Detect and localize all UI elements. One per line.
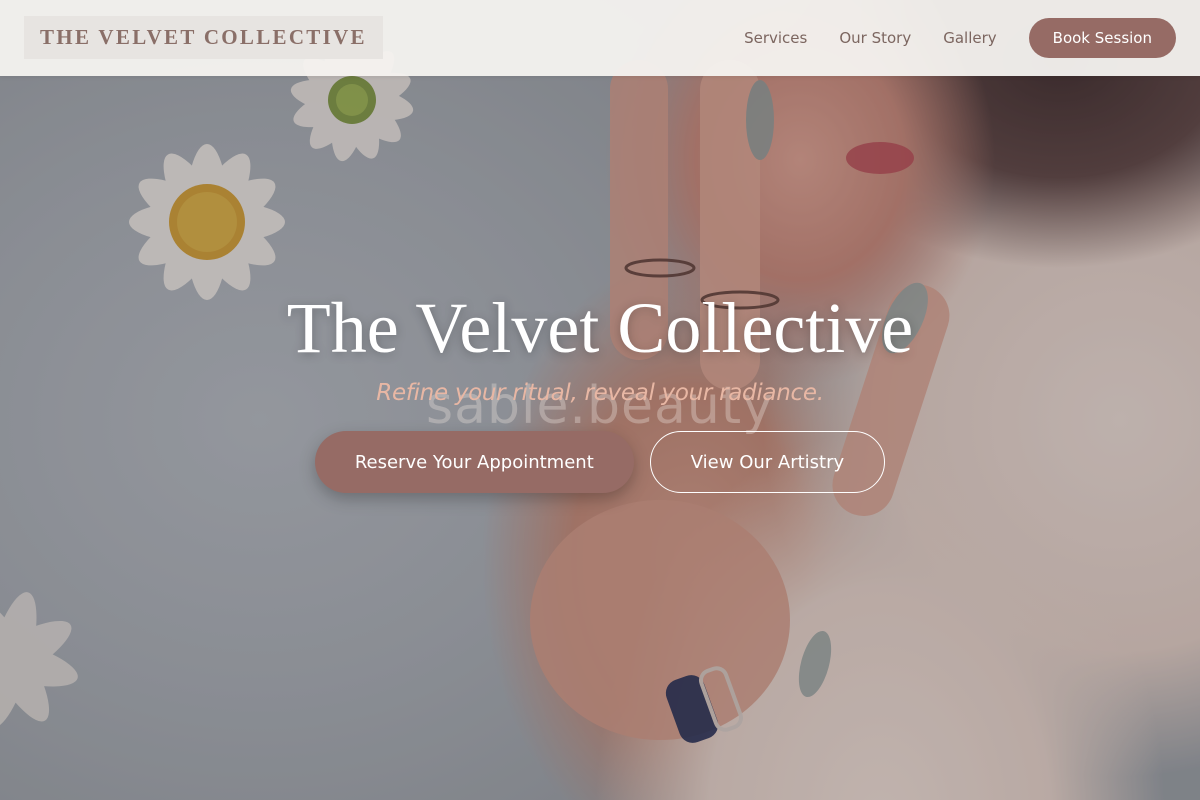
landing-page: sable.beauty THE VELVET COLLECTIVE Servi…: [0, 0, 1200, 800]
view-artistry-button[interactable]: View Our Artistry: [649, 431, 886, 493]
hero-tagline: Refine your ritual, reveal your radiance…: [376, 380, 824, 406]
reserve-appointment-button[interactable]: Reserve Your Appointment: [314, 431, 634, 493]
hero-cta-group: Reserve Your Appointment View Our Artist…: [0, 431, 1200, 493]
nav-link-gallery[interactable]: Gallery: [943, 29, 996, 47]
hero-title: The Velvet Collective: [286, 288, 914, 368]
nav-link-our-story[interactable]: Our Story: [839, 29, 911, 47]
book-session-button[interactable]: Book Session: [1028, 18, 1176, 58]
main-nav: Services Our Story Gallery Book Session: [744, 18, 1176, 58]
site-logo[interactable]: THE VELVET COLLECTIVE: [24, 16, 383, 59]
site-header: THE VELVET COLLECTIVE Services Our Story…: [0, 0, 1200, 76]
nav-link-services[interactable]: Services: [744, 29, 807, 47]
hero-content: The Velvet Collective Refine your ritual…: [0, 280, 1200, 493]
